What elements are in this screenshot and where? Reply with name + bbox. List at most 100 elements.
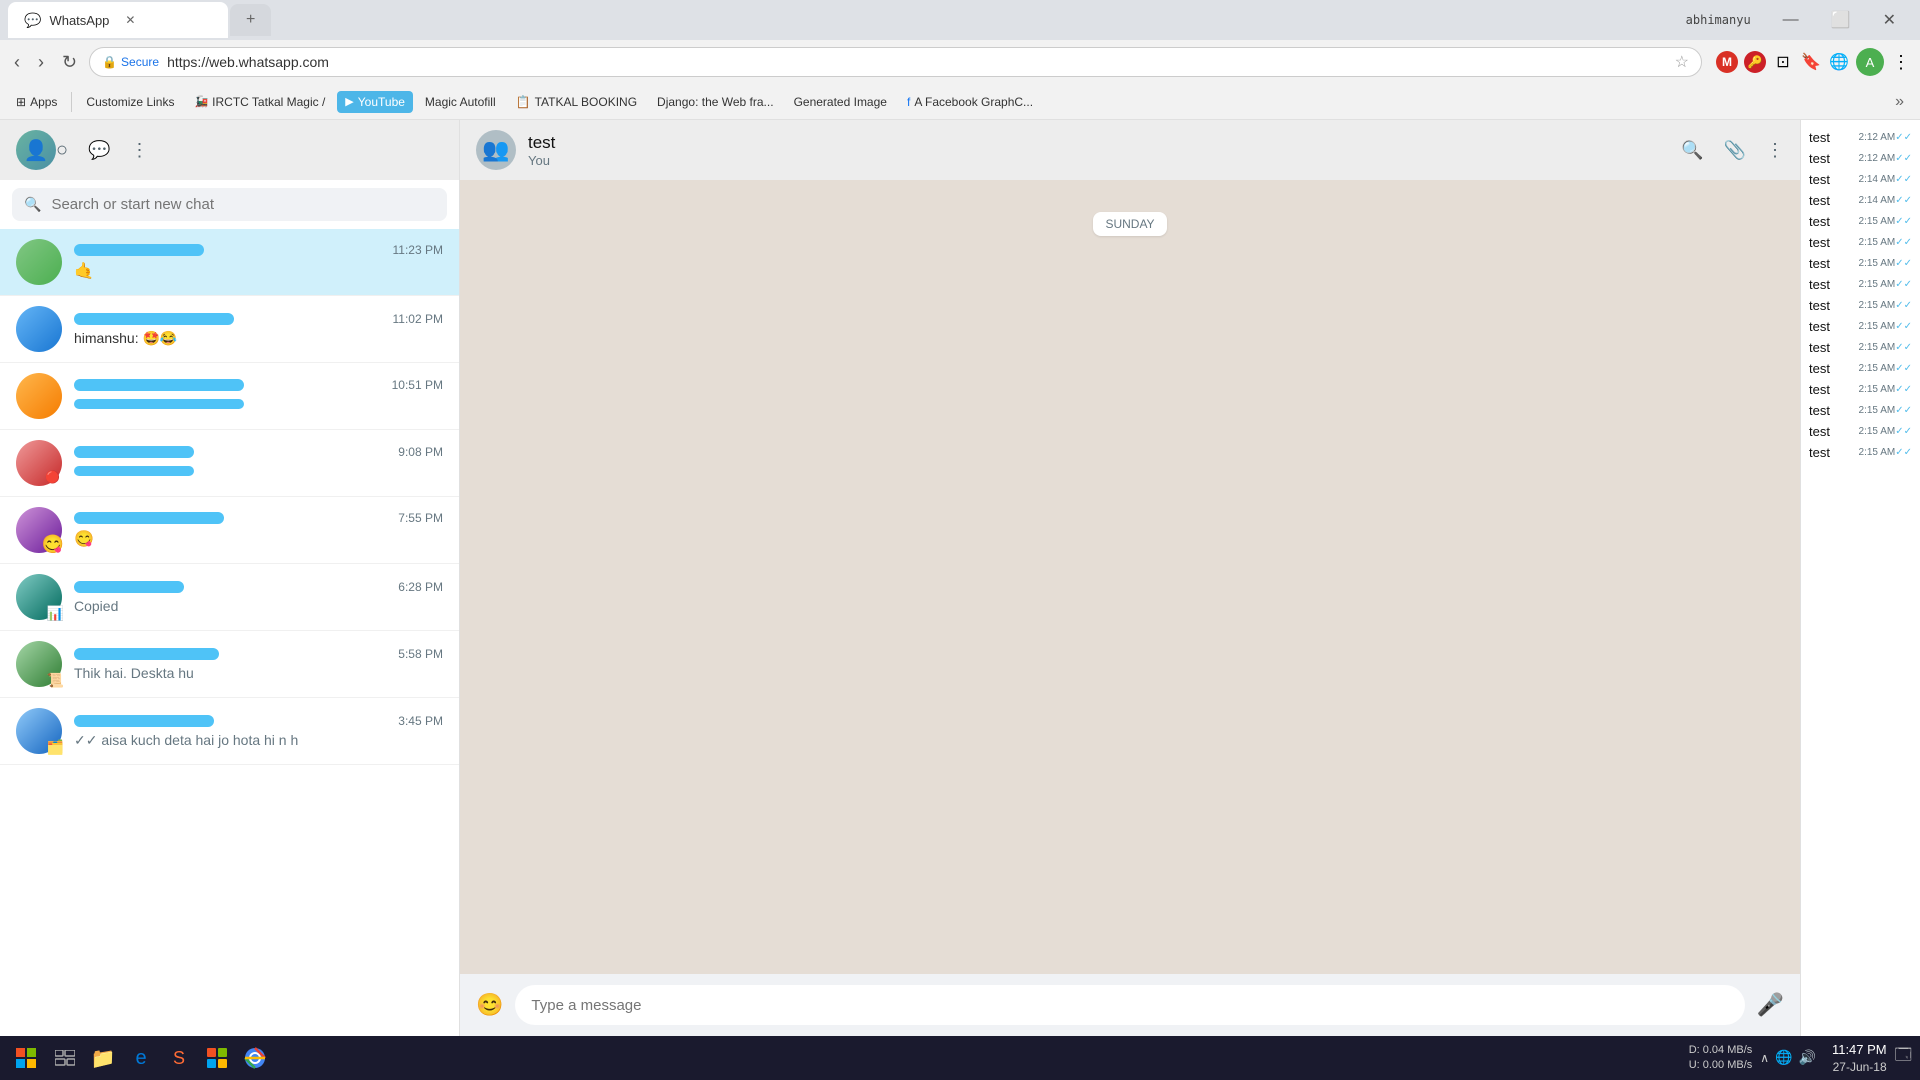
- chat-avatar-8: 🗂️: [16, 708, 62, 754]
- chat-preview-6: Copied: [74, 598, 443, 614]
- message-input[interactable]: [515, 985, 1744, 1025]
- ms-store-taskbar[interactable]: [200, 1041, 234, 1075]
- minimize-button[interactable]: —: [1767, 0, 1815, 40]
- chat-more-icon[interactable]: ⋮: [1766, 140, 1784, 161]
- chat-name-redacted-8: [74, 715, 214, 727]
- menu-dots-icon[interactable]: ⋮: [131, 140, 149, 161]
- chat-preview-7: Thik hai. Deskta hu: [74, 665, 443, 681]
- toolbar-icons: M 🔑 ⊡ 🔖 🌐 A ⋮: [1716, 48, 1912, 76]
- chat-time-6: 6:28 PM: [398, 580, 443, 594]
- test-msg-1: test 2:12 AM✓✓: [1805, 128, 1916, 147]
- new-tab[interactable]: +: [230, 4, 271, 36]
- chat-header-actions: 🔍 📎 ⋮: [1681, 140, 1784, 161]
- chat-avatar-2: [16, 306, 62, 352]
- chat-item-6[interactable]: 📊 6:28 PM Copied: [0, 564, 459, 631]
- test-msg-4: test 2:14 AM✓✓: [1805, 191, 1916, 210]
- bookmark-separator-1: [71, 92, 72, 112]
- chat-preview-2: himanshu: 🤩😂: [74, 330, 443, 347]
- chrome-taskbar[interactable]: [238, 1041, 272, 1075]
- bookmark-facebook[interactable]: f A Facebook GraphC...: [899, 91, 1041, 113]
- chat-name-redacted-5: [74, 512, 224, 524]
- net-down-value: 0.04 MB/s: [1703, 1044, 1753, 1056]
- test-msg-6: test 2:15 AM✓✓: [1805, 233, 1916, 252]
- chat-name-row-5: 7:55 PM: [74, 511, 443, 525]
- chat-avatar-1: [16, 239, 62, 285]
- chat-name-row-8: 3:45 PM: [74, 714, 443, 728]
- notification-icon[interactable]: 🗔: [1895, 1044, 1912, 1071]
- chat-item-7[interactable]: 📜 5:58 PM Thik hai. Deskta hu: [0, 631, 459, 698]
- start-button[interactable]: [8, 1040, 44, 1076]
- chat-input-area: 😊 🎤: [460, 974, 1800, 1036]
- reload-button[interactable]: ↻: [56, 48, 83, 77]
- bookmarks-more-button[interactable]: »: [1887, 93, 1912, 111]
- bookmarks-bar: ⊞ Apps Customize Links 🚂 IRCTC Tatkal Ma…: [0, 84, 1920, 120]
- active-tab[interactable]: 💬 WhatsApp ✕: [8, 2, 228, 38]
- back-button[interactable]: ‹: [8, 48, 26, 77]
- bookmark-youtube-label: YouTube: [358, 95, 405, 109]
- bookmark-star-icon[interactable]: ☆: [1675, 52, 1689, 72]
- task-view-button[interactable]: [48, 1041, 82, 1075]
- test-msg-10: test 2:15 AM✓✓: [1805, 317, 1916, 336]
- chat-item-1[interactable]: 11:23 PM 🤙: [0, 229, 459, 296]
- bookmark-tatkal[interactable]: 📋 TATKAL BOOKING: [508, 91, 645, 113]
- profile-icon[interactable]: A: [1856, 48, 1884, 76]
- emoji-button[interactable]: 😊: [476, 992, 503, 1018]
- lastpass-icon[interactable]: 🔑: [1744, 51, 1766, 73]
- chat-preview-8: ✓✓ aisa kuch deta hai jo hota hi n h: [74, 732, 443, 749]
- chat-preview-1: 🤙: [74, 261, 443, 281]
- test-msg-2: test 2:12 AM✓✓: [1805, 149, 1916, 168]
- mic-button[interactable]: 🎤: [1757, 992, 1784, 1018]
- bookmark-generated[interactable]: Generated Image: [786, 91, 895, 113]
- bookmark-magic-autofill[interactable]: Magic Autofill: [417, 91, 504, 113]
- address-bar[interactable]: 🔒 Secure https://web.whatsapp.com ☆: [89, 47, 1702, 77]
- browser-chrome: 💬 WhatsApp ✕ + abhimanyu — ⬜ ✕ ‹ › ↻ 🔒 S…: [0, 0, 1920, 120]
- chat-search-icon[interactable]: 🔍: [1681, 140, 1703, 161]
- ext-icon-3[interactable]: 🌐: [1828, 51, 1850, 73]
- ext-icon-1[interactable]: ⊡: [1772, 51, 1794, 73]
- ext-icon-2[interactable]: 🔖: [1800, 51, 1822, 73]
- chat-item-4[interactable]: 🔴 9:08 PM: [0, 430, 459, 497]
- user-avatar[interactable]: 👤: [16, 130, 56, 170]
- bookmark-youtube[interactable]: ▶ YouTube: [337, 91, 413, 113]
- test-msg-5: test 2:15 AM✓✓: [1805, 212, 1916, 231]
- facebook-icon: f: [907, 95, 910, 109]
- tab-close-button[interactable]: ✕: [125, 13, 135, 27]
- chat-time-8: 3:45 PM: [398, 714, 443, 728]
- edge-taskbar[interactable]: e: [124, 1041, 158, 1075]
- sidebar-header: 👤 ○ 💬 ⋮: [0, 120, 459, 180]
- net-down-label: D:: [1689, 1044, 1703, 1056]
- close-button[interactable]: ✕: [1867, 0, 1912, 40]
- bookmark-irctc[interactable]: 🚂 IRCTC Tatkal Magic /: [186, 91, 333, 113]
- chat-item-5[interactable]: 😋 7:55 PM 😋: [0, 497, 459, 564]
- search-input[interactable]: [51, 196, 435, 213]
- whatsapp-favicon: 💬: [24, 12, 41, 29]
- maximize-button[interactable]: ⬜: [1815, 0, 1867, 40]
- test-messages-panel: test 2:12 AM✓✓ test 2:12 AM✓✓ test 2:14 …: [1800, 120, 1920, 1036]
- volume-icon[interactable]: 🔊: [1799, 1049, 1816, 1066]
- search-input-wrap[interactable]: 🔍: [12, 188, 447, 221]
- chat-info-6: 6:28 PM Copied: [74, 580, 443, 614]
- search-icon: 🔍: [24, 196, 41, 213]
- bookmark-apps[interactable]: ⊞ Apps: [8, 91, 65, 113]
- file-explorer-taskbar[interactable]: 📁: [86, 1041, 120, 1075]
- status-icon[interactable]: ○: [56, 139, 68, 162]
- test-msg-16: test 2:15 AM✓✓: [1805, 443, 1916, 462]
- chat-attach-icon[interactable]: 📎: [1724, 140, 1746, 161]
- chat-time-4: 9:08 PM: [398, 445, 443, 459]
- bookmark-django[interactable]: Django: the Web fra...: [649, 91, 782, 113]
- tray-chevron[interactable]: ∧: [1760, 1051, 1769, 1065]
- bookmark-customize[interactable]: Customize Links: [78, 91, 182, 113]
- chat-item-2[interactable]: 11:02 PM himanshu: 🤩😂: [0, 296, 459, 363]
- address-bar-row: ‹ › ↻ 🔒 Secure https://web.whatsapp.com …: [0, 40, 1920, 84]
- forward-button[interactable]: ›: [32, 48, 50, 77]
- chat-item-3[interactable]: 10:51 PM: [0, 363, 459, 430]
- spark-taskbar[interactable]: S: [162, 1041, 196, 1075]
- taskbar-time: 11:47 PM 27-Jun-18: [1832, 1041, 1887, 1076]
- chat-contact-info: test You: [528, 133, 1669, 168]
- menu-icon[interactable]: ⋮: [1890, 51, 1912, 73]
- chat-list: 11:23 PM 🤙 11:02 PM himanshu: 🤩😂: [0, 229, 459, 1036]
- chat-name-redacted-6: [74, 581, 184, 593]
- gmail-icon[interactable]: M: [1716, 51, 1738, 73]
- chat-item-8[interactable]: 🗂️ 3:45 PM ✓✓ aisa kuch deta hai jo hota…: [0, 698, 459, 765]
- chat-icon[interactable]: 💬: [88, 140, 110, 161]
